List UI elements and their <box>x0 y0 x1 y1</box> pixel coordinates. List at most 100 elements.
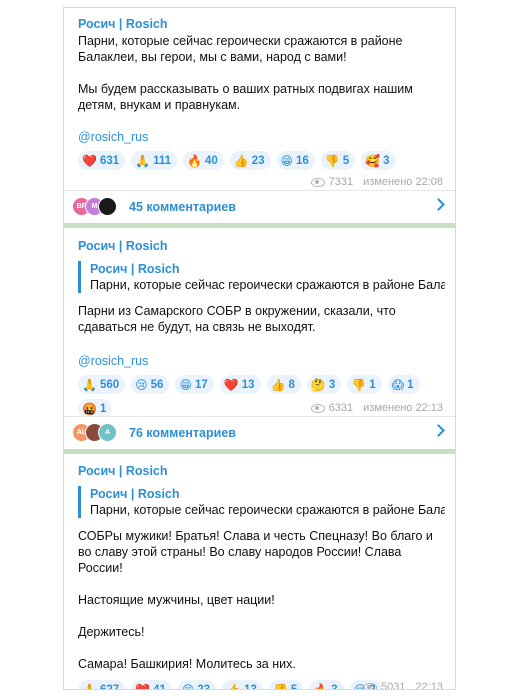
reaction-count: 17 <box>194 378 208 391</box>
reaction-pill[interactable]: 👍 23 <box>229 151 271 170</box>
reaction-pill[interactable]: 😱 1 <box>387 375 420 394</box>
grin-icon: 😁 <box>181 682 195 690</box>
channel-link[interactable]: @rosich_rus <box>78 129 445 145</box>
reaction-pill[interactable]: ❤️ 13 <box>219 375 261 394</box>
fire-icon: 🔥 <box>313 682 329 690</box>
channel-link[interactable]: @rosich_rus <box>78 353 445 369</box>
edited-status: изменено 22:13 <box>363 402 443 414</box>
heart-icon: ❤️ <box>82 153 97 168</box>
reaction-count: 1 <box>369 378 376 391</box>
commenter-avatars: AL A <box>72 423 117 442</box>
comments-count[interactable]: 76 комментариев <box>129 426 236 440</box>
reaction-count: 13 <box>241 378 255 391</box>
reaction-pill[interactable]: 👎 5 <box>320 151 356 170</box>
thumbs-down-icon: 👎 <box>272 682 288 690</box>
reaction-count: 1 <box>99 402 107 415</box>
reaction-pill[interactable]: 😁 16 <box>276 151 315 170</box>
reaction-count: 631 <box>99 154 120 167</box>
thumbs-up-icon: 👍 <box>233 153 249 168</box>
reaction-pill[interactable]: 👍 8 <box>266 375 301 394</box>
post-text: Парни, которые сейчас героически сражают… <box>78 34 413 112</box>
post-1: Росич | Rosich Парни, которые сейчас гер… <box>64 16 455 188</box>
view-count: 6331 <box>328 402 354 414</box>
post-divider <box>64 449 455 454</box>
reaction-count: 16 <box>296 154 309 167</box>
eye-icon <box>362 682 377 689</box>
pray-icon: 🙏 <box>135 153 151 168</box>
reaction-pill[interactable]: 😁 23 <box>177 680 217 690</box>
reaction-pill[interactable]: 🔥 40 <box>183 151 224 170</box>
comments-count[interactable]: 45 комментариев <box>129 200 236 214</box>
grin-icon: 😁 <box>179 377 192 392</box>
reaction-pill[interactable]: 😢 56 <box>131 375 170 394</box>
reply-author: Росич | Rosich <box>90 487 180 501</box>
heart-icon: ❤️ <box>135 682 151 690</box>
view-count: 5031 <box>380 681 406 690</box>
reaction-count: 3 <box>328 378 336 391</box>
reply-text: Парни, которые сейчас героически сражают… <box>90 503 445 517</box>
cry-icon: 😢 <box>135 377 148 392</box>
thumbs-up-icon: 👍 <box>226 682 242 690</box>
commenter-avatars: BP M <box>72 197 117 216</box>
reaction-count: 3 <box>331 683 338 690</box>
post-text: СОБРы мужики! Братья! Слава и честь Спец… <box>78 529 433 671</box>
reply-author: Росич | Rosich <box>90 262 180 276</box>
reaction-pill[interactable]: 🙏 111 <box>131 151 178 170</box>
eye-icon <box>310 177 325 187</box>
reaction-count: 8 <box>288 378 295 391</box>
thinking-icon: 🤔 <box>310 377 326 392</box>
view-count: 7331 <box>328 176 354 188</box>
reaction-pill[interactable]: 🥰 3 <box>361 151 396 170</box>
reaction-pill[interactable]: ❤️ 631 <box>78 151 126 170</box>
reaction-pill[interactable]: 😁 17 <box>175 375 214 394</box>
reaction-count: 40 <box>204 154 218 167</box>
post-3: Росич | Rosich Росич | Rosich Парни, кот… <box>64 463 455 690</box>
reaction-count: 5 <box>342 154 350 167</box>
hearts-face-icon: 🥰 <box>365 153 381 168</box>
reaction-count: 56 <box>150 378 164 391</box>
reaction-count: 13 <box>244 683 257 690</box>
reaction-pill[interactable]: 🙏 560 <box>78 375 126 394</box>
comments-link[interactable]: AL A 76 комментариев <box>64 416 455 448</box>
reactions-bar: ❤️ 631 🙏 111 🔥 40 👍 23 😁 16 👎 5 🥰 3 <box>78 151 448 170</box>
eye-icon <box>310 403 325 413</box>
fire-icon: 🔥 <box>187 153 202 168</box>
heart-icon: ❤️ <box>223 377 239 392</box>
reply-quote[interactable]: Росич | Rosich Парни, которые сейчас гер… <box>78 486 445 518</box>
angry-icon: 🤬 <box>82 401 97 416</box>
reply-text: Парни, которые сейчас героически сражают… <box>90 278 445 292</box>
post-author[interactable]: Росич | Rosich <box>78 16 445 32</box>
reaction-count: 1 <box>407 378 414 391</box>
post-text: Парни из Самарского СОБР в окружении, ск… <box>78 304 396 334</box>
post-2: Росич | Rosich Росич | Rosich Парни, кот… <box>64 238 455 418</box>
avatar <box>98 197 117 216</box>
avatar: A <box>98 423 117 442</box>
time-status: 22:13 <box>415 681 443 690</box>
comments-link[interactable]: BP M 45 комментариев <box>64 190 455 222</box>
reaction-count: 111 <box>153 154 172 167</box>
post-author[interactable]: Росич | Rosich <box>78 463 445 479</box>
reaction-pill[interactable]: 🔥 3 <box>309 680 344 690</box>
thumbs-up-icon: 👍 <box>270 377 286 392</box>
reaction-pill[interactable]: 👎 5 <box>268 680 304 690</box>
reaction-pill[interactable]: 👎 1 <box>347 375 382 394</box>
chevron-right-icon[interactable] <box>432 424 445 437</box>
post-meta: 6331 изменено 22:13 <box>310 402 443 414</box>
channel-feed: Росич | Rosich Парни, которые сейчас гер… <box>63 7 456 690</box>
post-divider <box>64 223 455 228</box>
reaction-count: 3 <box>383 154 390 167</box>
reaction-pill[interactable]: ❤️ 41 <box>131 680 172 690</box>
post-meta: 7331 изменено 22:08 <box>310 176 443 188</box>
reaction-count: 560 <box>99 378 120 391</box>
reaction-pill[interactable]: 🙏 627 <box>78 680 126 689</box>
reply-quote[interactable]: Росич | Rosich Парни, которые сейчас гер… <box>78 261 445 293</box>
chevron-right-icon[interactable] <box>432 198 445 211</box>
post-author[interactable]: Росич | Rosich <box>78 238 445 254</box>
reaction-pill[interactable]: 🤔 3 <box>306 375 342 394</box>
reaction-count: 41 <box>153 683 166 690</box>
pray-icon: 🙏 <box>82 377 97 392</box>
scream-icon: 😱 <box>391 377 405 392</box>
grin-icon: 😁 <box>280 153 294 168</box>
reaction-count: 23 <box>197 683 211 690</box>
reaction-pill[interactable]: 👍 13 <box>222 680 263 690</box>
